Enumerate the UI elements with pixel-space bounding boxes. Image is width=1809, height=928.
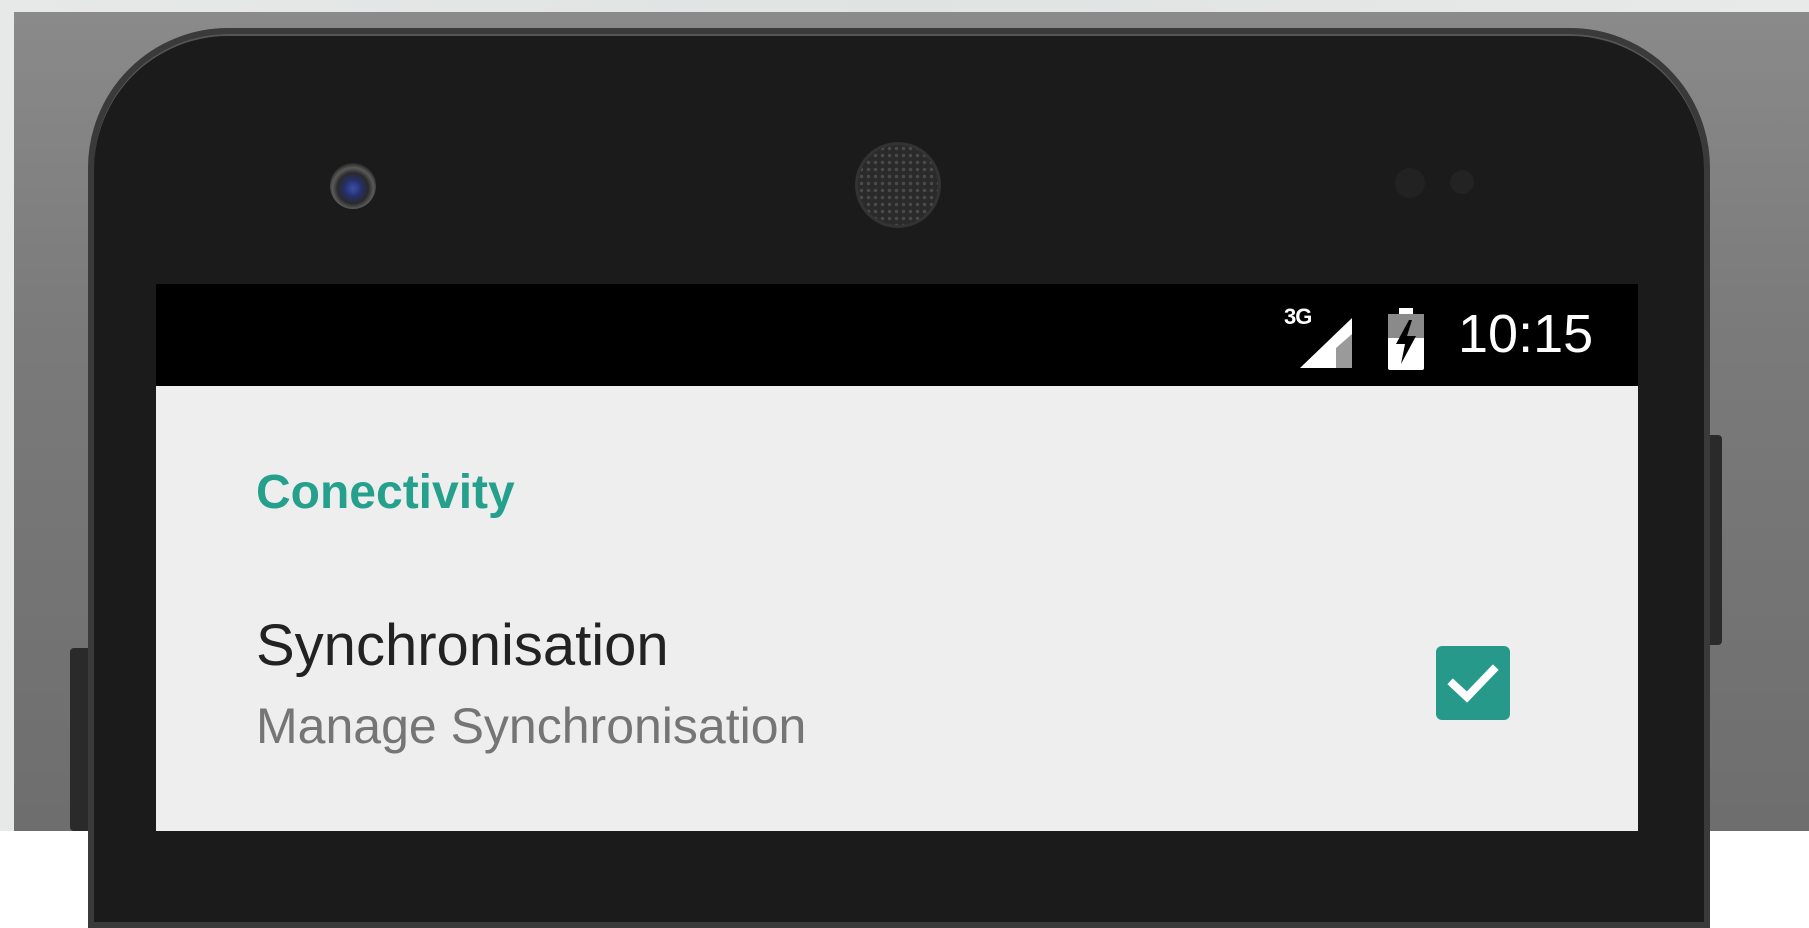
preference-summary[interactable]: Manage Synchronisation	[256, 696, 806, 756]
status-bar: 3G 10:15	[156, 284, 1638, 386]
checkmark-icon	[1447, 664, 1499, 703]
preference-category-title: Conectivity	[256, 466, 515, 519]
cell-signal-icon	[1300, 318, 1352, 368]
proximity-sensor-icon	[1395, 168, 1425, 198]
front-camera-icon	[330, 163, 376, 209]
synchronisation-checkbox[interactable]	[1436, 646, 1510, 720]
earpiece-speaker-icon	[858, 145, 938, 225]
battery-charging-icon	[1388, 308, 1424, 370]
light-sensor-icon	[1450, 170, 1474, 194]
preference-title[interactable]: Synchronisation	[256, 612, 669, 680]
status-clock: 10:15	[1458, 304, 1594, 364]
device-screen: 3G 10:15 Conectivity Synchronisation Man…	[156, 284, 1638, 831]
